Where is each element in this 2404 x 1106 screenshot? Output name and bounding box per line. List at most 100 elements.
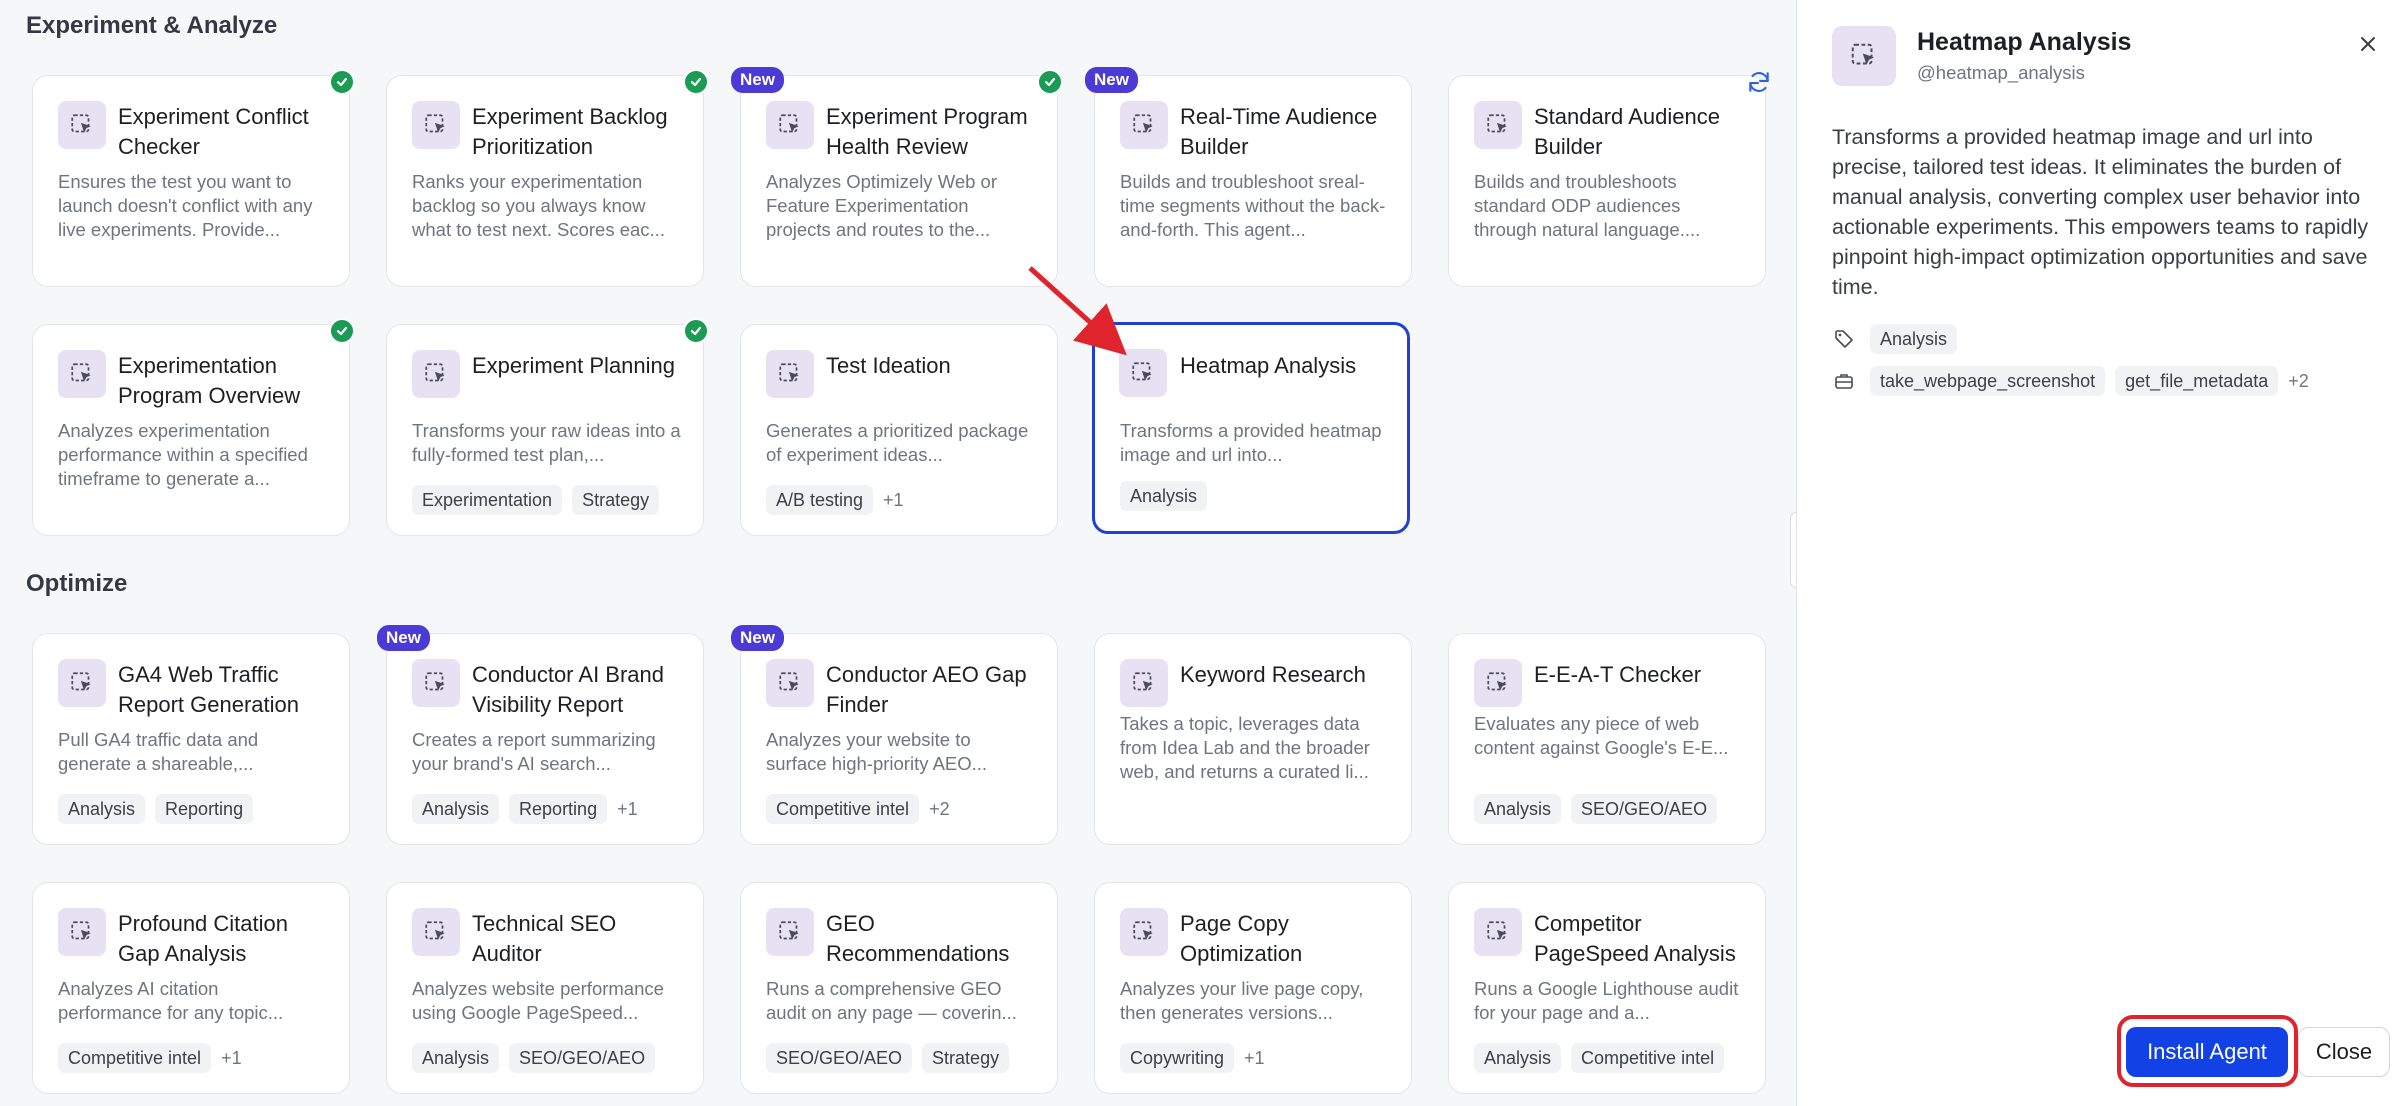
tag-chip[interactable]: Copywriting <box>1120 1043 1235 1073</box>
cursor-select-icon <box>1120 101 1168 149</box>
card-description: Ranks your experimentation backlog so yo… <box>412 171 665 240</box>
card-title: E-E-A-T Checker <box>1534 662 1702 687</box>
agent-card-experiment-program-health-review[interactable]: Experiment Program Health Review Analyze… <box>731 67 1063 287</box>
agent-card-experiment-planning[interactable]: Experiment Planning Transforms your raw … <box>386 318 709 536</box>
card-tags: Analysis Competitive intel <box>1474 1043 1725 1073</box>
cursor-select-icon <box>766 659 814 707</box>
details-category-row: Analysis <box>1832 324 1958 354</box>
new-badge: New <box>731 67 784 93</box>
card-description: Generates a prioritized package of exper… <box>766 420 1029 465</box>
cursor-select-icon <box>1119 349 1167 397</box>
agent-card-experimentation-program-overview[interactable]: Experimentation Program Overview Analyze… <box>32 318 355 536</box>
tag-chip[interactable]: Analysis <box>1870 324 1958 354</box>
agent-card-conductor-aeo-gap-finder[interactable]: Conductor AEO Gap Finder Analyzes your w… <box>731 625 1058 845</box>
tag-chip[interactable]: SEO/GEO/AEO <box>509 1043 656 1073</box>
tag-chip[interactable]: Experimentation <box>412 485 563 515</box>
card-title: Test Ideation <box>826 353 951 378</box>
tag-chip[interactable]: Analysis <box>1120 481 1208 511</box>
card-description: Analyzes your live page copy, then gener… <box>1120 978 1364 1023</box>
tag-chip[interactable]: Analysis <box>412 794 500 824</box>
card-description: Takes a topic, leverages data from Idea … <box>1120 713 1370 782</box>
more-tags-count[interactable]: +1 <box>1244 1047 1265 1069</box>
agent-card-keyword-research[interactable]: Keyword Research Takes a topic, leverage… <box>1094 633 1412 845</box>
tag-chip[interactable]: Analysis <box>58 794 146 824</box>
card-tags: Analysis SEO/GEO/AEO <box>1474 794 1718 824</box>
tag-chip[interactable]: Competitive intel <box>766 794 920 824</box>
card-tags: Analysis SEO/GEO/AEO <box>412 1043 656 1073</box>
agent-card-e-e-a-t-checker[interactable]: E-E-A-T Checker Evaluates any piece of w… <box>1448 633 1766 845</box>
agent-card-real-time-audience-builder[interactable]: Real-Time Audience Builder Builds and tr… <box>1085 67 1412 287</box>
agent-card-competitor-pagespeed-analysis[interactable]: Competitor PageSpeed Analysis Runs a Goo… <box>1448 882 1766 1094</box>
agent-card-test-ideation[interactable]: Test Ideation Generates a prioritized pa… <box>740 324 1058 536</box>
close-icon[interactable] <box>2352 28 2384 60</box>
cursor-select-icon <box>412 908 460 956</box>
card-description: Analyzes website performance using Googl… <box>412 978 664 1023</box>
tag-chip[interactable]: Competitive intel <box>1571 1043 1725 1073</box>
card-description: Analyzes AI citation performance for any… <box>58 978 284 1023</box>
tag-chip[interactable]: Reporting <box>509 794 608 824</box>
agent-card-geo-recommendations[interactable]: GEO Recommendations Runs a comprehensive… <box>740 882 1058 1094</box>
tag-chip[interactable]: Competitive intel <box>58 1043 212 1073</box>
new-badge: New <box>731 625 784 651</box>
tag-icon <box>1832 327 1856 351</box>
tag-chip[interactable]: Strategy <box>922 1043 1010 1073</box>
agent-card-experiment-conflict-checker[interactable]: Experiment Conflict Checker Ensures the … <box>32 69 355 287</box>
more-tags-count[interactable]: +1 <box>883 489 904 511</box>
check-icon <box>683 318 709 344</box>
card-title: Conductor AI Brand Visibility Report <box>472 662 665 717</box>
agent-card-experiment-backlog-prioritization[interactable]: Experiment Backlog Prioritization Ranks … <box>386 69 709 287</box>
tag-chip[interactable]: SEO/GEO/AEO <box>1571 794 1718 824</box>
tag-chip[interactable]: Reporting <box>155 794 254 824</box>
tag-chip[interactable]: A/B testing <box>766 485 874 515</box>
agent-card-heatmap-analysis[interactable]: Heatmap Analysis Transforms a provided h… <box>1092 322 1410 534</box>
card-tags: Experimentation Strategy <box>412 485 660 515</box>
refresh-icon[interactable] <box>1744 67 1774 97</box>
cursor-select-icon <box>58 659 106 707</box>
toolbox-icon <box>1832 369 1856 393</box>
agent-card-technical-seo-auditor[interactable]: Technical SEO Auditor Analyzes website p… <box>386 882 704 1094</box>
card-description: Analyzes your website to surface high-pr… <box>766 729 988 774</box>
card-description: Pull GA4 traffic data and generate a sha… <box>58 729 259 774</box>
tag-chip[interactable]: Strategy <box>572 485 660 515</box>
tool-chip[interactable]: get_file_metadata <box>2115 366 2279 396</box>
tag-chip[interactable]: Analysis <box>1474 1043 1562 1073</box>
more-tags-count[interactable]: +1 <box>617 798 638 820</box>
check-icon <box>329 69 355 95</box>
agent-card-standard-audience-builder[interactable]: Standard Audience Builder Builds and tro… <box>1448 72 1769 287</box>
card-tags: A/B testing +1 <box>766 485 904 515</box>
close-button[interactable]: Close <box>2298 1027 2390 1077</box>
tag-chip[interactable]: Analysis <box>1474 794 1562 824</box>
agent-catalog: Experiment & Analyze Experiment Conflict… <box>0 0 1795 1106</box>
cursor-select-icon <box>412 101 460 149</box>
details-title: Heatmap Analysis <box>1917 28 2132 56</box>
more-tools-count[interactable]: +2 <box>2288 371 2309 392</box>
cursor-select-icon <box>1474 101 1522 149</box>
card-tags: Competitive intel +1 <box>58 1043 242 1073</box>
more-tags-count[interactable]: +2 <box>929 798 950 820</box>
card-tags: Competitive intel +2 <box>766 794 950 824</box>
cursor-select-icon <box>766 101 814 149</box>
agent-card-ga4-web-traffic-report-generation[interactable]: GA4 Web Traffic Report Generation Pull G… <box>32 633 350 845</box>
card-title: Competitor PageSpeed Analysis <box>1534 911 1736 966</box>
details-tools-row: take_webpage_screenshot get_file_metadat… <box>1832 366 2309 396</box>
agent-card-profound-citation-gap-analysis[interactable]: Profound Citation Gap Analysis Analyzes … <box>32 882 350 1094</box>
card-tags: Analysis <box>1120 481 1208 511</box>
agent-card-page-copy-optimization[interactable]: Page Copy Optimization Analyzes your liv… <box>1094 882 1412 1094</box>
tag-chip[interactable]: SEO/GEO/AEO <box>766 1043 913 1073</box>
card-description: Transforms your raw ideas into a fully-f… <box>412 420 681 465</box>
card-title: Experiment Planning <box>472 353 676 378</box>
tag-chip[interactable]: Analysis <box>412 1043 500 1073</box>
cursor-select-icon <box>766 908 814 956</box>
tool-chip[interactable]: take_webpage_screenshot <box>1870 366 2106 396</box>
card-title: Conductor AEO Gap Finder <box>826 662 1027 717</box>
card-title: Experiment Backlog Prioritization <box>472 104 668 159</box>
card-description: Runs a comprehensive GEO audit on any pa… <box>766 978 1017 1023</box>
agent-card-conductor-ai-brand-visibility-report[interactable]: Conductor AI Brand Visibility Report Cre… <box>377 625 704 845</box>
card-title: Real-Time Audience Builder <box>1180 104 1378 159</box>
card-tags: Analysis Reporting +1 <box>412 794 638 824</box>
card-tags: Copywriting +1 <box>1120 1043 1265 1073</box>
card-title: Page Copy Optimization <box>1180 911 1303 966</box>
card-title: Keyword Research <box>1180 662 1366 687</box>
more-tags-count[interactable]: +1 <box>221 1047 242 1069</box>
install-agent-button[interactable]: Install Agent <box>2126 1027 2288 1077</box>
